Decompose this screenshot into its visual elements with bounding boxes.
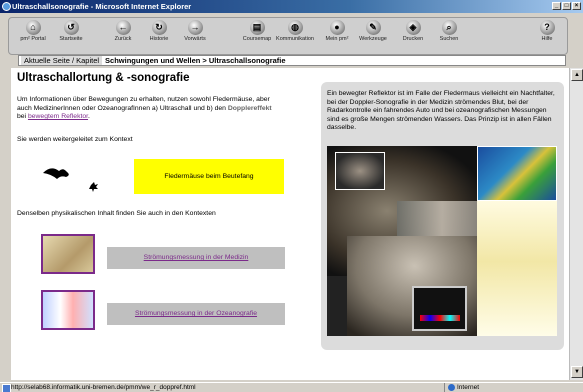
nav-start-button[interactable]: ↺ Startseite xyxy=(49,20,93,42)
coursemap-icon: ▤ xyxy=(249,20,265,35)
home-icon: ⌂ xyxy=(25,20,41,35)
medicine-thumbnail[interactable] xyxy=(41,234,95,274)
mypm-icon: ● xyxy=(329,20,345,35)
nav-forward-button[interactable]: → Vorwärts xyxy=(173,20,217,42)
ie-icon xyxy=(2,2,11,11)
minimize-button[interactable]: _ xyxy=(552,2,561,10)
scroll-up-icon[interactable]: ▲ xyxy=(571,69,583,81)
history-icon: ↻ xyxy=(151,20,167,35)
info-panel: Ein bewegter Reflektor ist im Falle der … xyxy=(321,82,564,350)
medicine-link[interactable]: Strömungsmessung in der Medizin xyxy=(144,254,249,261)
intro-text: Um Informationen über Bewegungen zu erha… xyxy=(17,96,272,120)
scroll-down-icon[interactable]: ▼ xyxy=(571,366,583,378)
start-icon: ↺ xyxy=(63,20,79,35)
window-title: Ultraschallsonografie - Microsoft Intern… xyxy=(12,2,192,11)
light-panel xyxy=(477,201,557,336)
bat-silhouette-image xyxy=(43,168,98,192)
breadcrumb-path: Schwingungen und Wellen > Ultraschallson… xyxy=(105,56,286,65)
window-controls: _ □ × xyxy=(552,2,581,10)
vertical-scrollbar[interactable]: ▲ ▼ xyxy=(569,68,583,380)
medicine-link-box[interactable]: Strömungsmessung in der Medizin xyxy=(107,247,285,269)
collage-image xyxy=(327,146,557,336)
page-title: Ultraschallortung & -sonografie xyxy=(17,72,190,84)
moving-reflector-link[interactable]: bewegtem Reflektor xyxy=(28,113,88,120)
back-icon: ← xyxy=(115,20,131,35)
status-bar: http://selab68.informatik.uni-bremen.de/… xyxy=(0,382,583,392)
print-icon: ◈ xyxy=(405,20,421,35)
nav-tools-button[interactable]: ✎ Werkzeuge xyxy=(351,20,395,42)
help-icon: ? xyxy=(539,20,555,35)
tools-icon: ✎ xyxy=(365,20,381,35)
ocean-thumbnail[interactable] xyxy=(41,290,95,330)
chat-icon: ◍ xyxy=(287,20,303,35)
maximize-button[interactable]: □ xyxy=(562,2,571,10)
navigation-bar: ⌂ pm² Portal ↺ Startseite ← Zurück ↻ His… xyxy=(8,17,568,55)
context-bats-button[interactable]: Fledermäuse beim Beutefang xyxy=(134,159,284,194)
redirect-text: Sie werden weitergeleitet zum Kontext xyxy=(17,136,133,143)
status-zone: Internet xyxy=(444,383,583,392)
context-bats-label: Fledermäuse beim Beutefang xyxy=(164,173,254,180)
ocean-link[interactable]: Strömungsmessung in der Ozeanografie xyxy=(135,310,257,317)
also-text: Denselben physikalischen Inhalt finden S… xyxy=(17,210,216,217)
status-url: http://selab68.informatik.uni-bremen.de/… xyxy=(2,383,196,392)
nav-search-button[interactable]: ⌕ Suchen xyxy=(427,20,471,42)
window-titlebar: Ultraschallsonografie - Microsoft Intern… xyxy=(0,0,583,13)
nav-help-button[interactable]: ? Hilfe xyxy=(525,20,569,42)
ocean-map-photo xyxy=(477,146,557,201)
breadcrumb: Aktuelle Seite / Kapitel Schwingungen und… xyxy=(18,55,566,66)
breadcrumb-label: Aktuelle Seite / Kapitel xyxy=(21,56,103,65)
info-text: Ein bewegter Reflektor ist im Falle der … xyxy=(327,90,555,131)
doppler-screen-photo xyxy=(412,286,467,331)
close-button[interactable]: × xyxy=(572,2,581,10)
search-icon: ⌕ xyxy=(441,20,457,35)
doppler-highlight: Dopplereffekt xyxy=(227,104,272,112)
content-page: Ultraschallortung & -sonografie Um Infor… xyxy=(11,68,569,380)
forward-icon: → xyxy=(187,20,203,35)
nav-communication-button[interactable]: ◍ Kommunikation xyxy=(273,20,317,42)
small-bat-photo xyxy=(335,152,385,190)
ocean-link-box[interactable]: Strömungsmessung in der Ozeanografie xyxy=(107,303,285,325)
